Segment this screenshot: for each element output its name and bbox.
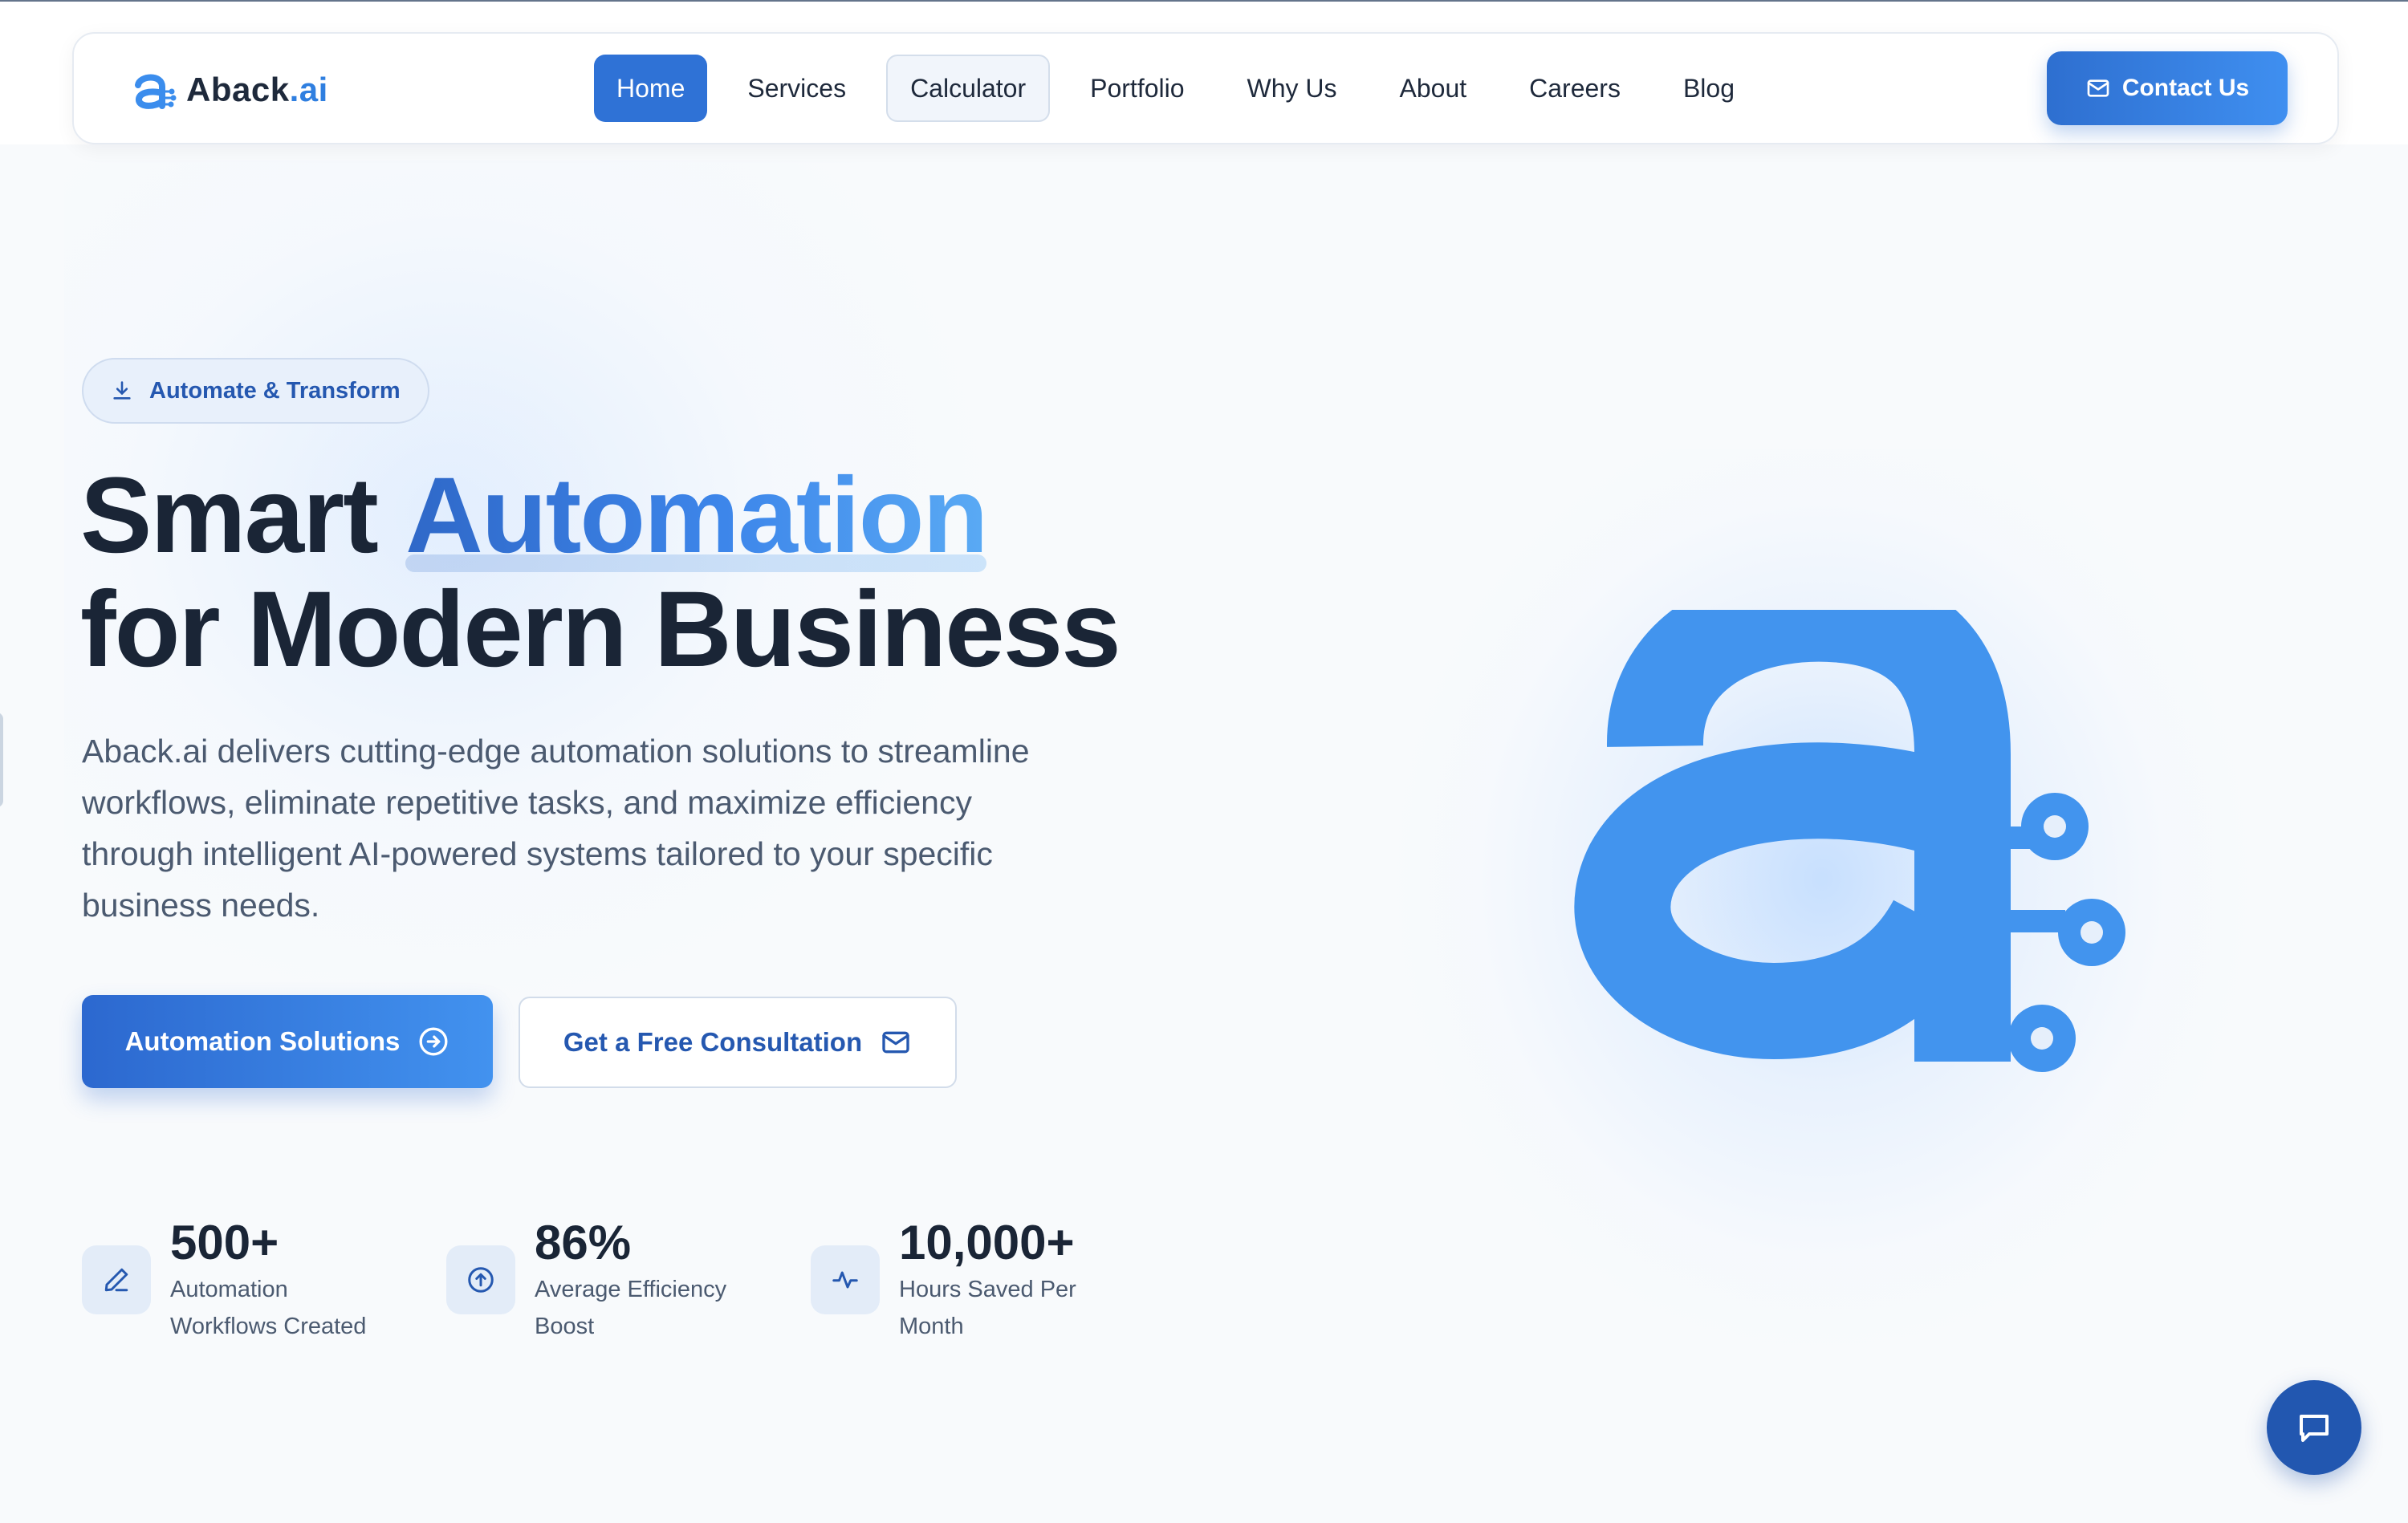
stat-icon-box xyxy=(82,1245,151,1314)
aback-logo-illustration xyxy=(1574,610,2125,1072)
nav-item-portfolio[interactable]: Portfolio xyxy=(1068,55,1206,122)
stat-efficiency: 86% Average Efficiency Boost xyxy=(446,1216,751,1345)
pencil-icon xyxy=(104,1268,128,1292)
stat-hours-saved: 10,000+ Hours Saved Per Month xyxy=(811,1216,1116,1345)
headline-underline xyxy=(405,554,987,572)
chat-icon xyxy=(2300,1415,2329,1442)
activity-icon xyxy=(832,1271,858,1289)
stat-body: 86% Average Efficiency Boost xyxy=(535,1216,751,1345)
brand-name-main: Aback xyxy=(186,71,290,108)
mail-icon xyxy=(882,1031,909,1054)
stat-body: 500+ Automation Workflows Created xyxy=(170,1216,387,1345)
side-edge-tab[interactable] xyxy=(0,713,3,807)
contact-us-button[interactable]: Contact Us xyxy=(2047,51,2288,125)
stat-icon-box xyxy=(811,1245,880,1314)
automation-solutions-button[interactable]: Automation Solutions xyxy=(82,995,493,1088)
chat-widget-button[interactable] xyxy=(2267,1380,2361,1475)
nav-links: Home Services Calculator Portfolio Why U… xyxy=(594,55,1775,122)
nav-item-services[interactable]: Services xyxy=(725,55,868,122)
nav-item-home[interactable]: Home xyxy=(594,55,708,122)
headline-prefix: Smart xyxy=(80,456,406,575)
headline-accent: Automation xyxy=(405,456,987,575)
hero-headline: Smart Automation for Modern Business xyxy=(80,459,1268,687)
stat-label: Average Efficiency Boost xyxy=(535,1277,727,1339)
stat-icon-box xyxy=(446,1245,515,1314)
stat-value: 86% xyxy=(535,1216,632,1269)
nav-item-careers[interactable]: Careers xyxy=(1507,55,1643,122)
stat-label: Hours Saved Per Month xyxy=(899,1277,1076,1339)
stat-value: 10,000+ xyxy=(899,1216,1075,1269)
download-icon xyxy=(113,381,131,400)
brand-name-suffix: .ai xyxy=(289,71,328,108)
stat-value: 500+ xyxy=(170,1216,279,1269)
stat-body: 10,000+ Hours Saved Per Month xyxy=(899,1216,1116,1345)
aback-logo-icon xyxy=(135,74,177,109)
nav-item-calculator[interactable]: Calculator xyxy=(886,55,1051,122)
contact-us-label: Contact Us xyxy=(2121,75,2250,101)
tagline-pill: Automate & Transform xyxy=(82,358,429,424)
navbar: Aback.ai Home Services Calculator Portfo… xyxy=(72,32,2339,144)
free-consultation-label: Get a Free Consultation xyxy=(563,1027,863,1057)
brand-logo[interactable]: Aback.ai xyxy=(132,67,328,112)
arrow-up-circle-icon xyxy=(468,1267,494,1293)
stat-workflows: 500+ Automation Workflows Created xyxy=(82,1216,387,1345)
arrow-right-circle-icon xyxy=(419,1027,448,1056)
page: Aback.ai Home Services Calculator Portfo… xyxy=(0,0,2408,1523)
nav-item-blog[interactable]: Blog xyxy=(1661,55,1757,122)
nav-item-about[interactable]: About xyxy=(1377,55,1490,122)
mail-icon xyxy=(2087,79,2109,97)
nav-item-why-us[interactable]: Why Us xyxy=(1225,55,1360,122)
free-consultation-button[interactable]: Get a Free Consultation xyxy=(519,997,957,1088)
tagline-label: Automate & Transform xyxy=(149,377,401,404)
automation-solutions-label: Automation Solutions xyxy=(124,1026,401,1056)
headline-line-1: Smart Automation xyxy=(80,459,1268,573)
brand-name: Aback.ai xyxy=(186,71,328,109)
hero-description: Aback.ai delivers cutting-edge automatio… xyxy=(82,733,1030,924)
stat-label: Automation Workflows Created xyxy=(170,1277,367,1339)
headline-line-2: for Modern Business xyxy=(80,570,1121,689)
